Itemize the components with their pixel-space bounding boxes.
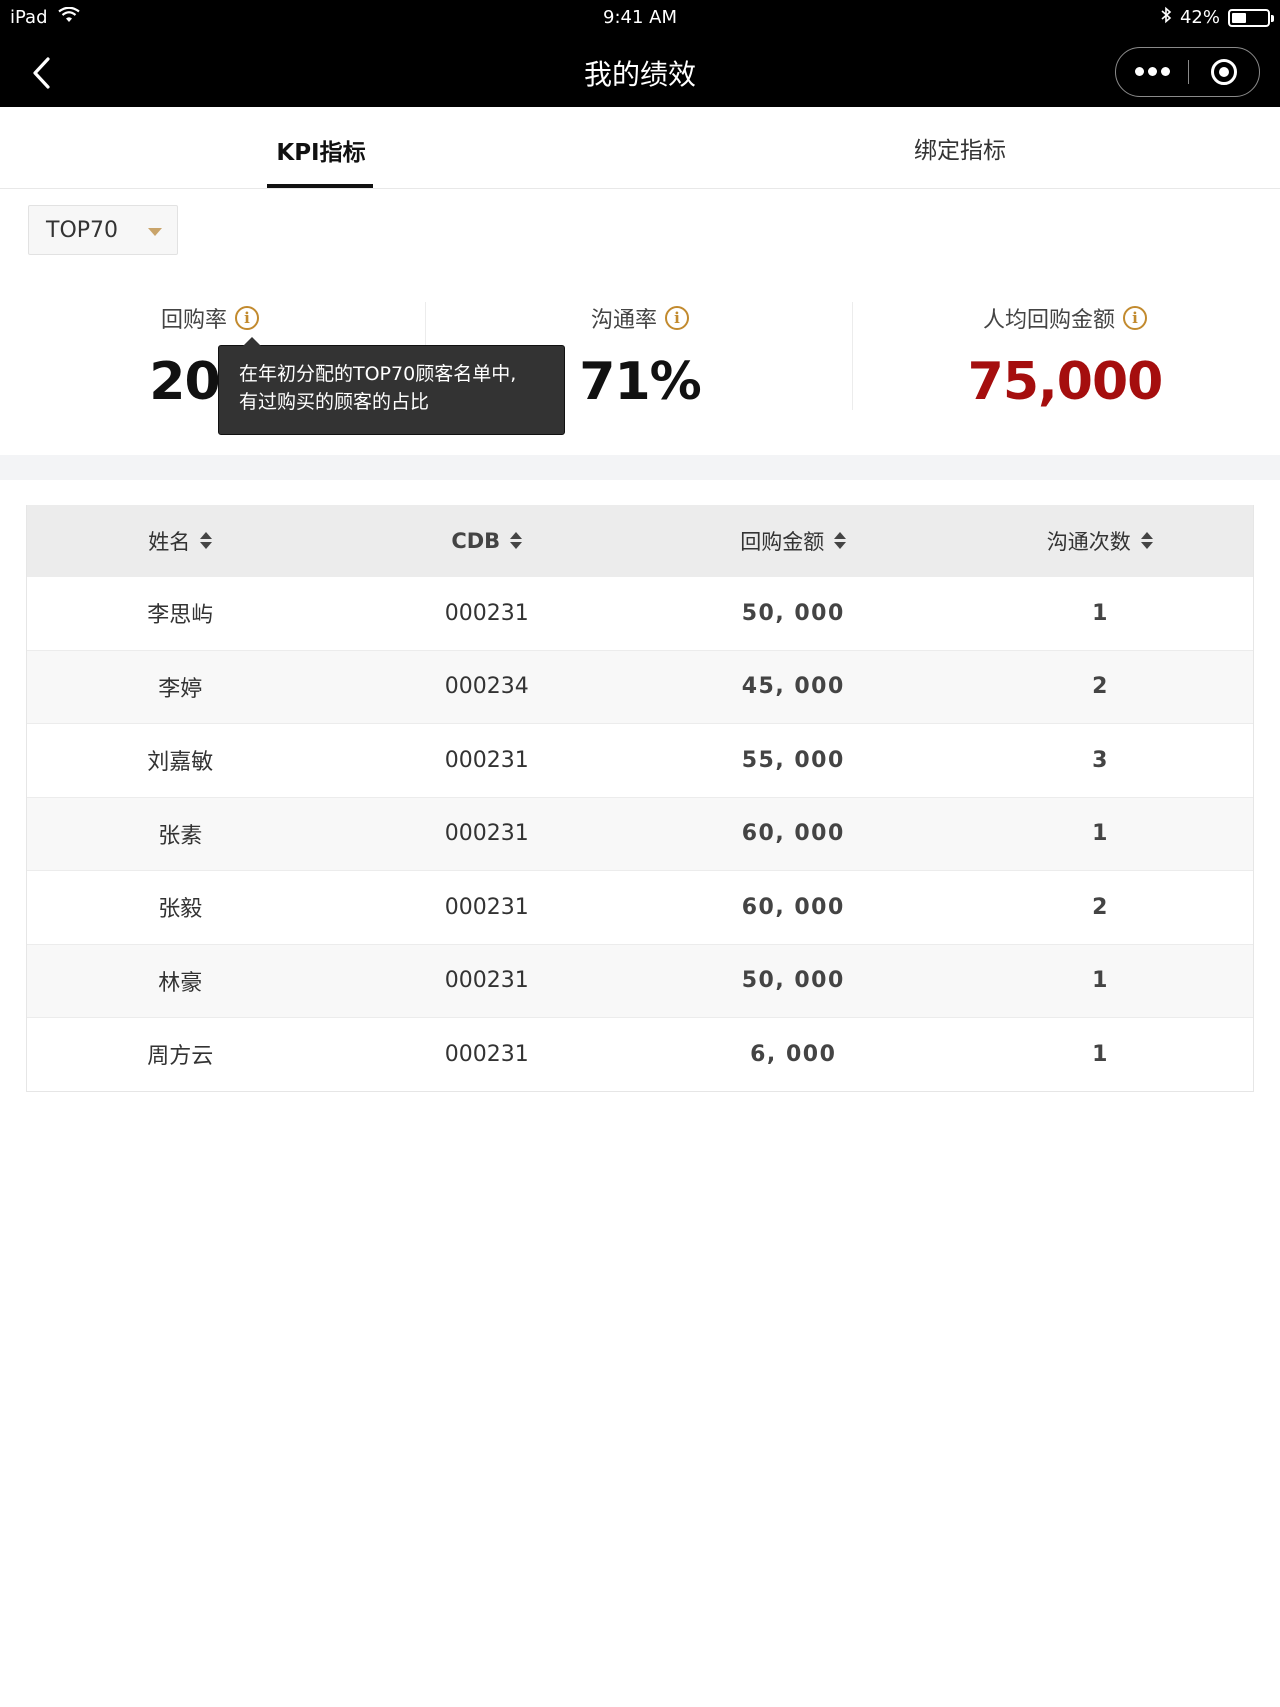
cell-amount: 55, 000 — [741, 747, 845, 773]
cell-amount: 60, 000 — [741, 894, 845, 920]
table-row[interactable]: 周方云 000231 6, 000 1 — [27, 1017, 1253, 1091]
cell-count: 1 — [1092, 1041, 1108, 1067]
table-row[interactable]: 李思屿 000231 50, 000 1 — [27, 576, 1253, 650]
column-header-cdb[interactable]: CDB — [334, 529, 641, 553]
section-separator — [0, 455, 1280, 480]
header-label: 沟通次数 — [1046, 529, 1131, 554]
cell-cdb: 000231 — [444, 968, 529, 994]
status-time: 9:41 AM — [603, 7, 677, 28]
table-row[interactable]: 张毅 000231 60, 000 2 — [27, 870, 1253, 944]
bluetooth-icon — [1160, 6, 1172, 29]
table-row[interactable]: 刘嘉敏 000231 55, 000 3 — [27, 723, 1253, 797]
cell-cdb: 000231 — [444, 1041, 529, 1067]
table-header: 姓名 CDB 回购金额 沟通次数 — [27, 505, 1253, 576]
caret-down-icon — [148, 228, 162, 236]
page-title: 我的绩效 — [583, 58, 696, 91]
cell-amount: 50, 000 — [741, 968, 845, 994]
battery-icon — [1228, 8, 1274, 27]
column-header-name[interactable]: 姓名 — [27, 526, 334, 556]
cell-amount: 6, 000 — [750, 1041, 837, 1067]
header-label: 回购金额 — [740, 529, 825, 554]
cell-count: 1 — [1092, 600, 1108, 626]
cell-name: 李婷 — [158, 676, 203, 702]
tab-kpi[interactable]: KPI指标 — [256, 133, 386, 167]
more-icon[interactable] — [1116, 48, 1188, 95]
column-header-count[interactable]: 沟通次数 — [947, 526, 1254, 556]
status-bar: iPad 9:41 AM 42% — [0, 0, 1280, 36]
cell-amount: 45, 000 — [741, 674, 845, 700]
cell-name: 李思屿 — [147, 603, 214, 629]
info-icon[interactable]: i — [235, 306, 259, 330]
cell-name: 张毅 — [158, 897, 203, 923]
cell-count: 3 — [1092, 747, 1108, 773]
metric-value: 75,000 — [967, 352, 1164, 412]
metric-divider — [852, 302, 853, 410]
tooltip-line: 有过购买的顾客的占比 — [239, 391, 430, 413]
customer-table: 姓名 CDB 回购金额 沟通次数 李思屿 000231 50, 000 1 李婷… — [26, 505, 1254, 1092]
cell-cdb: 000231 — [444, 821, 529, 847]
table-row[interactable]: 李婷 000234 45, 000 2 — [27, 649, 1253, 723]
info-icon[interactable]: i — [1123, 306, 1147, 330]
metric-avg-repurchase-amount: 人均回购金额 i 75,000 — [855, 302, 1275, 412]
cell-cdb: 000234 — [444, 674, 529, 700]
table-row[interactable]: 林豪 000231 50, 000 1 — [27, 943, 1253, 1017]
top-filter-dropdown[interactable]: TOP70 — [28, 205, 178, 255]
cell-count: 2 — [1092, 674, 1108, 700]
cell-name: 张素 — [158, 823, 203, 849]
tab-active-indicator — [267, 184, 373, 188]
tooltip-line: 在年初分配的TOP70顾客名单中, — [239, 363, 517, 385]
header-label: 姓名 — [148, 529, 191, 554]
cell-name: 刘嘉敏 — [147, 750, 214, 776]
battery-percent: 42% — [1179, 7, 1220, 28]
tab-bar: KPI指标 绑定指标 — [0, 107, 1280, 189]
cell-cdb: 000231 — [444, 747, 529, 773]
cell-count: 1 — [1092, 821, 1108, 847]
capsule-divider — [1188, 60, 1189, 84]
cell-count: 2 — [1092, 894, 1108, 920]
cell-amount: 50, 000 — [741, 600, 845, 626]
metric-label: 回购率 — [160, 308, 227, 333]
close-target-icon[interactable] — [1211, 59, 1237, 85]
cell-cdb: 000231 — [444, 894, 529, 920]
sort-icon[interactable] — [510, 532, 523, 549]
tab-binding[interactable]: 绑定指标 — [870, 131, 1050, 165]
info-tooltip: 在年初分配的TOP70顾客名单中, 有过购买的顾客的占比 — [218, 337, 565, 435]
mini-program-capsule — [1115, 47, 1260, 97]
cell-cdb: 000231 — [444, 600, 529, 626]
sort-icon[interactable] — [1140, 532, 1153, 549]
cell-name: 林豪 — [158, 970, 203, 996]
cell-name: 周方云 — [147, 1044, 214, 1070]
sort-icon[interactable] — [834, 532, 847, 549]
metric-label: 沟通率 — [590, 308, 657, 333]
column-header-amount[interactable]: 回购金额 — [640, 526, 947, 556]
cell-amount: 60, 000 — [741, 821, 845, 847]
info-icon[interactable]: i — [665, 306, 689, 330]
header-label: CDB — [451, 528, 501, 553]
nav-bar: 我的绩效 — [0, 36, 1280, 107]
cell-count: 1 — [1092, 968, 1108, 994]
dropdown-value: TOP70 — [46, 218, 119, 243]
sort-icon[interactable] — [200, 532, 213, 549]
table-row[interactable]: 张素 000231 60, 000 1 — [27, 796, 1253, 870]
metric-label: 人均回购金额 — [982, 308, 1115, 333]
